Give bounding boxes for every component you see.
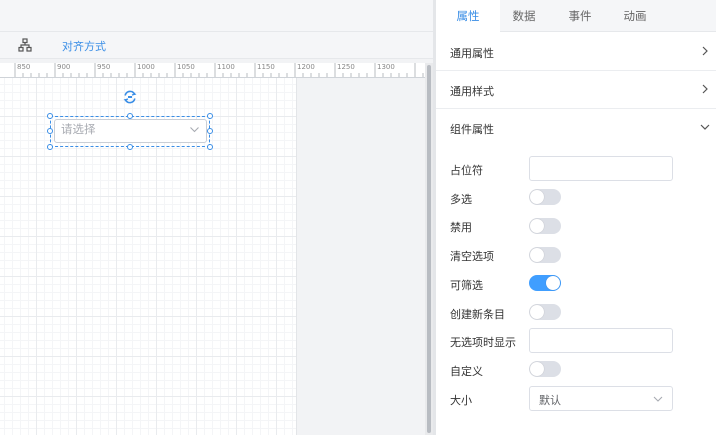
chevron-down-icon (190, 127, 199, 133)
label-allow-create: 创建新条目 (450, 308, 505, 321)
resize-handle-bottom-left[interactable] (47, 144, 53, 150)
filterable-toggle[interactable] (529, 275, 561, 291)
ruler-label: 1300 (377, 63, 395, 71)
ruler-label: 900 (57, 63, 71, 71)
toggle-knob (546, 276, 560, 290)
tab-properties[interactable]: 属性 (436, 0, 500, 33)
resize-handle-top-left[interactable] (47, 113, 53, 119)
label-placeholder: 占位符 (450, 164, 483, 177)
label-disabled: 禁用 (450, 221, 472, 234)
rotate-icon[interactable] (122, 89, 138, 105)
hierarchy-icon[interactable] (18, 38, 32, 52)
vertical-scrollbar[interactable] (425, 63, 433, 435)
section-common-style[interactable]: 通用样式 (436, 71, 716, 109)
top-strip (0, 0, 433, 31)
section-common-props[interactable]: 通用属性 (436, 33, 716, 71)
label-filterable: 可筛选 (450, 279, 483, 292)
toggle-knob (530, 219, 544, 233)
align-button[interactable]: 对齐方式 (62, 38, 106, 54)
resize-handle-left[interactable] (47, 128, 53, 134)
toggle-knob (530, 248, 544, 262)
section-title: 通用属性 (450, 47, 494, 60)
placeholder-input[interactable] (529, 156, 673, 181)
section-title: 通用样式 (450, 85, 494, 98)
canvas-toolbar: 对齐方式 (0, 31, 433, 59)
section-title: 组件属性 (450, 123, 494, 136)
chevron-right-icon (702, 46, 708, 56)
properties-panel: 属性 数据 事件 动画 通用属性 通用样式 组件属性 占位符 多选 禁用 清空选… (436, 0, 716, 435)
toggle-knob (530, 305, 544, 319)
ruler-label: 1100 (217, 63, 235, 71)
label-clearable: 清空选项 (450, 250, 494, 263)
tab-animation[interactable]: 动画 (603, 0, 667, 32)
resize-handle-bottom-right[interactable] (207, 144, 213, 150)
multiple-toggle[interactable] (529, 189, 561, 205)
ruler-label: 1250 (337, 63, 355, 71)
chevron-right-icon (702, 84, 708, 94)
tab-data[interactable]: 数据 (492, 0, 556, 32)
label-custom: 自定义 (450, 365, 483, 378)
label-size: 大小 (450, 394, 472, 407)
editor-area: 对齐方式 850 900 950 1000 1050 1100 1150 1200 1250 13… (0, 0, 433, 435)
section-component-props[interactable]: 组件属性 (436, 109, 716, 147)
resize-handle-right[interactable] (207, 128, 213, 134)
scrollbar-thumb[interactable] (427, 65, 431, 433)
resize-handle-top-right[interactable] (207, 113, 213, 119)
ruler-label: 1000 (137, 63, 155, 71)
resize-handle-top[interactable] (127, 113, 133, 119)
ruler-label: 1150 (257, 63, 275, 71)
disabled-toggle[interactable] (529, 218, 561, 234)
toggle-knob (530, 190, 544, 204)
panel-tabs: 属性 数据 事件 动画 (436, 0, 716, 33)
no-data-text-input[interactable] (529, 328, 673, 353)
label-no-data-text: 无选项时显示 (450, 336, 516, 349)
size-select[interactable]: 默认 (529, 386, 673, 411)
chevron-down-icon (700, 124, 710, 130)
label-multiple: 多选 (450, 193, 472, 206)
ruler-label: 850 (17, 63, 31, 71)
custom-toggle[interactable] (529, 361, 561, 377)
chevron-down-icon (653, 396, 663, 402)
toggle-knob (530, 362, 544, 376)
ruler-label: 1200 (297, 63, 315, 71)
horizontal-ruler: 850 900 950 1000 1050 1100 1150 1200 1250 1300 (0, 63, 425, 78)
ruler-label: 1050 (177, 63, 195, 71)
resize-handle-bottom[interactable] (127, 144, 133, 150)
ruler-label: 950 (97, 63, 111, 71)
allow-create-toggle[interactable] (529, 304, 561, 320)
size-select-value: 默认 (539, 394, 561, 407)
select-placeholder: 请选择 (61, 122, 96, 136)
clearable-toggle[interactable] (529, 247, 561, 263)
